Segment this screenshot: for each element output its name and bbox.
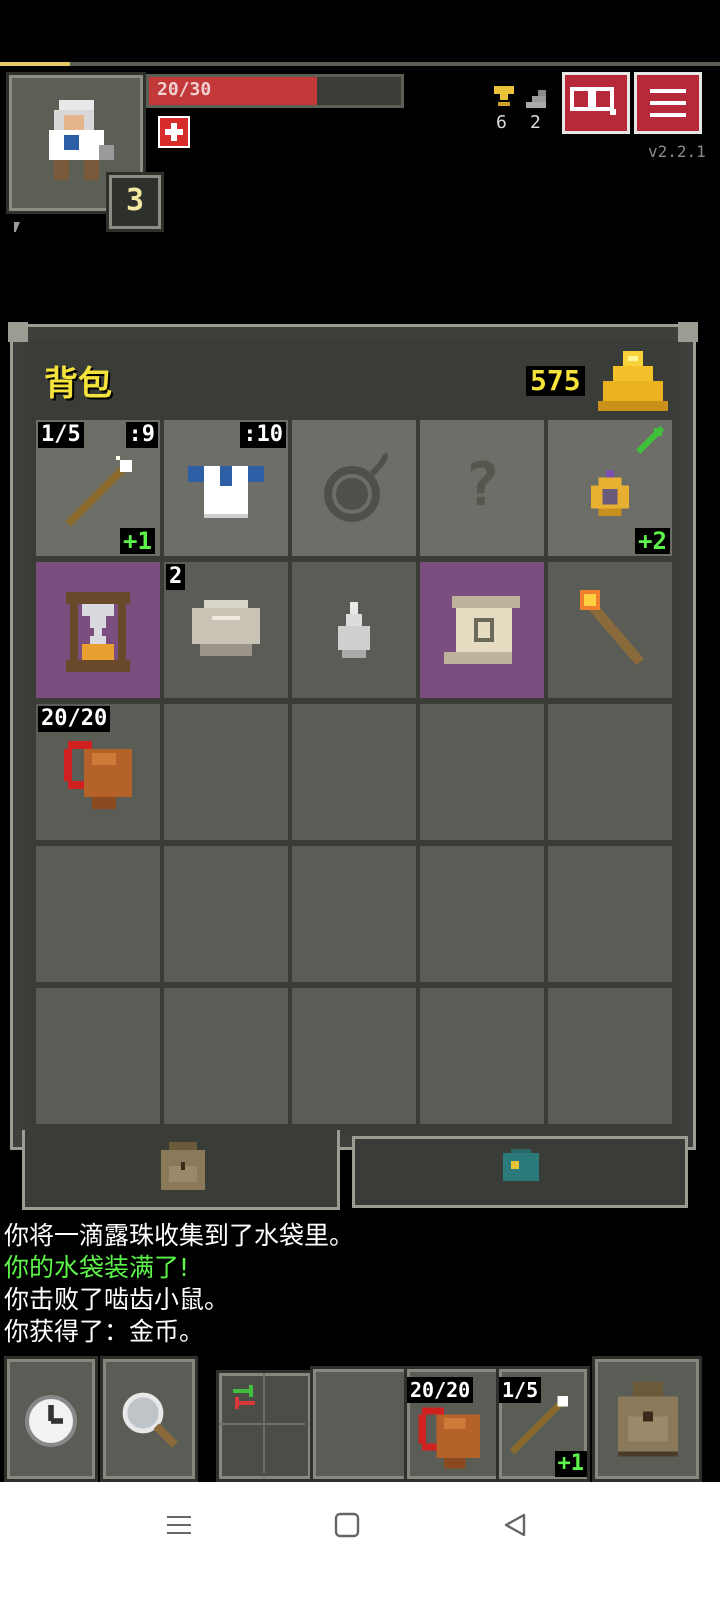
ring-bonus: +2	[635, 528, 670, 554]
search-button[interactable]	[100, 1356, 198, 1482]
trophy-icon	[494, 86, 514, 106]
dewdrop-icon	[338, 602, 370, 658]
clock-icon	[25, 1395, 77, 1447]
version-text: v2.2.1	[648, 142, 706, 161]
slot-hourglass[interactable]	[36, 562, 160, 698]
quickslot-empty[interactable]	[310, 1366, 410, 1482]
quickslot-swap[interactable]	[216, 1370, 314, 1482]
stairs-count: 2	[530, 112, 541, 133]
slot-empty[interactable]	[292, 704, 416, 840]
wand-charges: 1/5	[38, 422, 84, 448]
slot-empty[interactable]	[420, 846, 544, 982]
backpack-title: 背包	[44, 364, 112, 404]
log-line-highlight: 你的水袋装满了!	[4, 1253, 190, 1282]
window-corner	[678, 322, 698, 342]
slot-empty[interactable]	[36, 988, 160, 1124]
upgrade-arrow-icon	[635, 425, 665, 455]
wand-bonus: +1	[120, 528, 155, 554]
recent-apps-icon[interactable]	[166, 1512, 192, 1538]
stairs-icon	[526, 90, 546, 108]
window-corner	[8, 322, 28, 342]
depth-level-text: 3	[125, 183, 145, 218]
slot-torch[interactable]	[548, 562, 672, 698]
inventory-grid: 1/5 :9 +1 :10 ? +2 2 20/20	[34, 418, 672, 1126]
slot-empty[interactable]	[548, 704, 672, 840]
swap-arrows-icon	[233, 1385, 255, 1409]
log-line: 你获得了：金币。	[4, 1317, 205, 1346]
slot-empty[interactable]	[548, 988, 672, 1124]
hourglass-icon	[66, 592, 130, 672]
system-nav-bar	[0, 1482, 720, 1600]
ring-icon	[590, 470, 630, 516]
back-icon[interactable]	[502, 1512, 528, 1538]
log-line: 你将一滴露珠收集到了水袋里。	[4, 1221, 355, 1250]
hud-top-accent	[0, 62, 70, 66]
waterskin-icon	[64, 741, 132, 809]
slot-waterskin[interactable]: 20/20	[36, 704, 160, 840]
inventory-button[interactable]	[592, 1356, 702, 1482]
backpack-icon	[161, 1142, 205, 1190]
waterskin-icon	[418, 1407, 480, 1469]
slot-empty[interactable]	[36, 846, 160, 982]
slot-empty[interactable]	[548, 846, 672, 982]
quickslot-wand[interactable]: 1/5 +1	[496, 1366, 590, 1482]
unknown-placeholder-icon: ?	[463, 450, 501, 520]
gold-pile-icon	[598, 351, 668, 411]
home-icon[interactable]	[334, 1512, 360, 1538]
slot-ring[interactable]: +2	[548, 420, 672, 556]
magnifier-icon	[122, 1392, 178, 1448]
hp-bar-frame: 20/30	[146, 74, 404, 108]
top-hud: 3 20/30 6 2 v2.2.1	[0, 62, 720, 236]
slot-empty[interactable]	[164, 988, 288, 1124]
dungeon-view[interactable]	[0, 232, 720, 324]
slot-empty[interactable]	[420, 988, 544, 1124]
cloth-armor-icon	[188, 466, 264, 518]
stone-count: 2	[166, 564, 186, 590]
slot-scroll[interactable]	[420, 562, 544, 698]
slot-artifact-empty[interactable]	[292, 420, 416, 556]
slot-empty[interactable]	[164, 704, 288, 840]
wand-icon	[65, 456, 132, 527]
quickslot-waterskin[interactable]: 20/20	[404, 1366, 502, 1482]
wand-tier: :9	[125, 422, 158, 448]
slot-misc-empty[interactable]: ?	[420, 420, 544, 556]
bag-tab-main[interactable]	[22, 1130, 340, 1210]
log-line: 你击败了啮齿小鼠。	[4, 1285, 230, 1314]
slot-stone[interactable]: 2	[164, 562, 288, 698]
bag-tab-pouch[interactable]	[352, 1136, 688, 1208]
slot-armor[interactable]: :10	[164, 420, 288, 556]
slot-empty[interactable]	[420, 704, 544, 840]
hp-text: 20/30	[157, 79, 212, 100]
slot-empty[interactable]	[292, 988, 416, 1124]
armor-tier: :10	[240, 422, 286, 448]
stone-icon	[192, 600, 260, 656]
torch-icon	[580, 590, 644, 666]
slot-wand[interactable]: 1/5 :9 +1	[36, 420, 160, 556]
hud-top-edge	[0, 62, 720, 66]
depth-badge: 3	[106, 172, 164, 232]
journal-button[interactable]	[562, 72, 630, 134]
menu-icon	[650, 89, 686, 117]
quick-waterskin-amount: 20/20	[407, 1377, 474, 1403]
artifact-placeholder-icon	[324, 451, 388, 522]
wand-icon	[509, 1396, 568, 1455]
journal-icon	[570, 87, 616, 115]
slot-empty[interactable]	[292, 846, 416, 982]
wait-button[interactable]	[4, 1356, 98, 1482]
gold-amount: 575	[526, 366, 585, 396]
menu-button[interactable]	[634, 72, 702, 134]
regen-buff-icon	[158, 116, 190, 148]
quick-wand-bonus: +1	[554, 1451, 587, 1477]
trophy-count: 6	[496, 112, 507, 133]
slot-empty[interactable]	[164, 846, 288, 982]
slot-dewdrop[interactable]	[292, 562, 416, 698]
backpack-icon	[618, 1381, 678, 1457]
waterskin-amount: 20/20	[38, 706, 111, 732]
seed-pouch-icon	[503, 1149, 539, 1181]
scroll-icon	[444, 596, 520, 664]
quickslot-grid-line	[219, 1423, 305, 1425]
